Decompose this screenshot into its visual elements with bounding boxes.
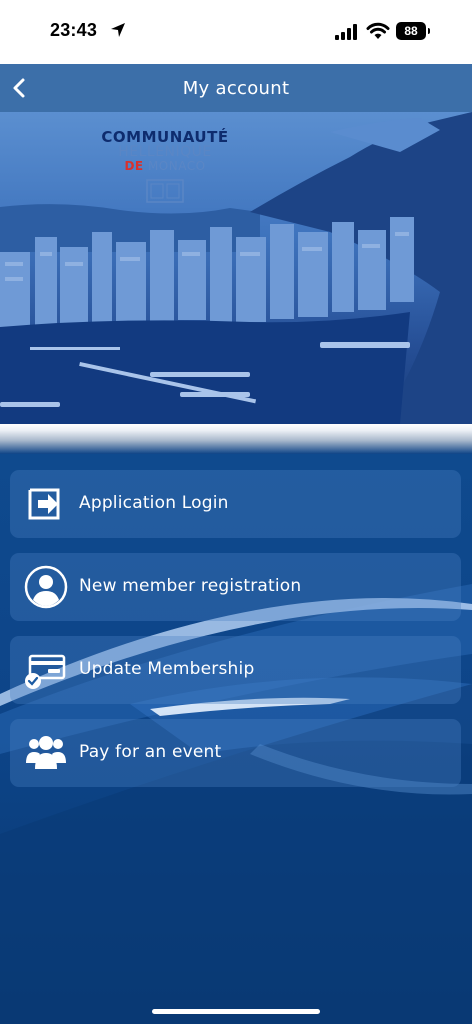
logo-text-de-monaco: DE MONACO <box>100 159 230 173</box>
battery-cap <box>428 28 430 34</box>
logo-text-de: DE <box>124 159 144 173</box>
battery-level: 88 <box>404 24 418 38</box>
navigation-bar: My account <box>0 64 472 112</box>
membership-card-check-icon <box>25 654 66 689</box>
menu-item-label: Pay for an event <box>79 742 222 762</box>
divider-band <box>0 424 472 454</box>
login-arrow-icon <box>28 488 60 520</box>
menu-item-new-member-registration[interactable]: New member registration <box>10 553 461 621</box>
harbor-illustration <box>0 112 472 424</box>
home-indicator <box>152 1009 320 1014</box>
chevron-left-icon[interactable] <box>8 76 32 100</box>
page-title: My account <box>182 77 290 99</box>
logo-text-monaco: MONACO <box>147 159 206 173</box>
menu-item-label: Update Membership <box>79 659 255 679</box>
cellular-signal-icon <box>335 24 357 40</box>
user-avatar-icon <box>24 565 68 609</box>
menu-item-application-login[interactable]: Application Login <box>10 470 461 538</box>
logo-text-hellenique: HELLÉNIQUE <box>118 144 212 160</box>
status-bar: 23:43 88 <box>0 0 472 64</box>
menu-item-pay-for-event[interactable]: Pay for an event <box>10 719 461 787</box>
wifi-icon <box>366 22 390 39</box>
menu-item-update-membership[interactable]: Update Membership <box>10 636 461 704</box>
group-users-icon <box>26 736 66 769</box>
battery-indicator: 88 <box>396 22 426 40</box>
status-time: 23:43 <box>50 20 98 40</box>
account-menu-area: Application Login New member registratio… <box>0 454 472 1024</box>
location-arrow-icon <box>111 23 125 37</box>
menu-item-label: Application Login <box>79 493 229 513</box>
menu-item-label: New member registration <box>79 576 302 596</box>
hero-banner-monaco-harbor: COMMUNAUTÉ HELLÉNIQUE DE MONACO <box>0 112 472 424</box>
